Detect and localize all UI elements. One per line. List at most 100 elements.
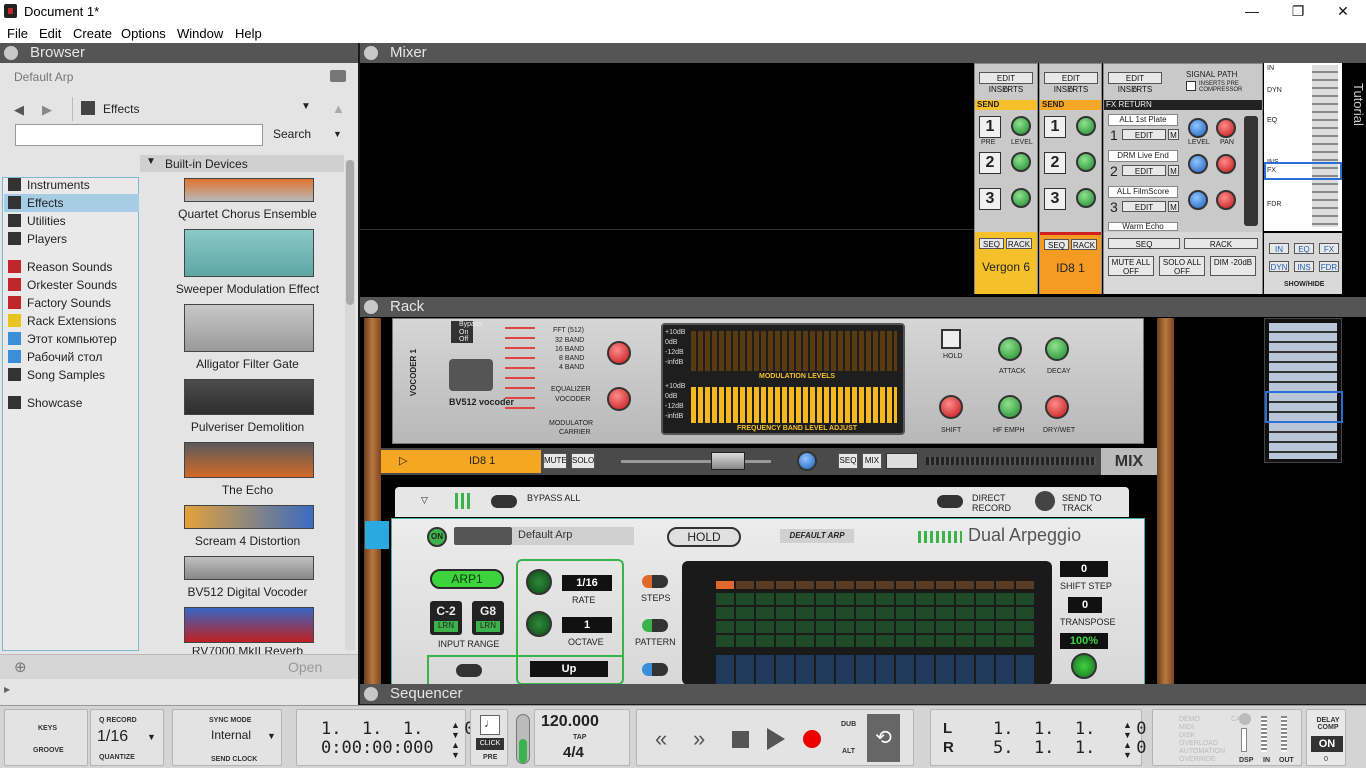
rack-header[interactable]: Rack [360,297,1366,317]
channel-label-id8[interactable]: SEQ RACK ID8 1 [1040,232,1101,294]
song-time[interactable]: 0:00:00:000 [321,738,434,758]
arp-hold-button[interactable]: HOLD [667,527,741,547]
device-selection-tab[interactable] [365,521,389,549]
velocity-toggle[interactable] [642,663,668,676]
arp-patch-name[interactable]: Default Arp [512,527,634,545]
mix-mute-button[interactable]: MUTE [543,453,567,469]
search-input[interactable] [15,124,263,146]
menu-file[interactable]: File [7,26,28,41]
arp-toggle[interactable] [456,664,482,677]
send-2-button[interactable]: 2 [1044,152,1066,174]
close-button[interactable]: ✕ [1320,0,1366,23]
send-clock-button[interactable]: SEND CLOCK [211,756,257,763]
position-stepper-icon[interactable]: ▲ ▼ [451,720,460,740]
quantize-value[interactable]: 1/16 [97,728,128,746]
mute-all-off-button[interactable]: MUTE ALL OFF [1108,256,1154,276]
navigator-viewport[interactable] [1264,162,1342,180]
show-dyn-button[interactable]: DYN [1269,261,1289,272]
arp1-button[interactable]: ARP1 [430,569,504,589]
alt-button[interactable]: ALT [842,748,855,755]
send-2-button[interactable]: 2 [979,152,1001,174]
attack-knob[interactable] [998,337,1022,361]
category-players[interactable]: Players [8,230,67,248]
show-in-button[interactable]: IN [1269,243,1289,254]
send-3-button[interactable]: 3 [979,188,1001,210]
shift-knob[interactable] [939,395,963,419]
patch-nav-buttons[interactable] [454,527,512,545]
device-quartet-chorus[interactable]: Quartet Chorus Ensemble [140,207,355,221]
collapse-icon[interactable] [4,46,18,60]
steps-toggle[interactable] [642,575,668,588]
send-1-button[interactable]: 1 [1044,116,1066,138]
tempo-value[interactable]: 120.000 [541,713,599,731]
arp-on-button[interactable]: ON [427,527,447,547]
velocity-display[interactable]: 100% [1060,633,1108,649]
folder-icon[interactable] [330,70,346,82]
minimize-button[interactable]: — [1229,0,1275,23]
menu-help[interactable]: Help [235,26,262,41]
send-1-level-knob[interactable] [1011,116,1031,136]
open-button[interactable]: Open [288,659,322,675]
fx-return-2-mute-button[interactable]: M [1168,165,1179,176]
pre-button[interactable]: PRE [483,754,497,761]
forward-arrow-icon[interactable]: ▶ [42,102,52,118]
fx-return-3-pan-knob[interactable] [1216,190,1236,210]
bypass-toggle[interactable] [491,495,517,508]
pattern-toggle[interactable] [642,619,668,632]
show-ins-button[interactable]: INS [1294,261,1314,272]
chevron-down-icon[interactable]: ▼ [267,731,276,741]
learn-high-button[interactable]: LRN [476,621,500,632]
collapse-icon[interactable] [364,687,378,701]
calc-icon[interactable] [1239,713,1251,725]
category-effects[interactable]: Effects [4,194,139,212]
input-range-low-display[interactable]: C-2 LRN [430,601,462,635]
fx-return-3-name[interactable]: ALL FilmScore [1108,186,1178,198]
edit-inserts-button[interactable]: EDIT INSERTS [979,72,1033,94]
fx-return-1-edit-button[interactable]: EDIT [1122,129,1166,140]
seq-button[interactable]: SEQ [1044,239,1069,250]
category-utilities[interactable]: Utilities [8,212,66,230]
rack-button[interactable]: RACK [1006,238,1032,249]
groove-button[interactable]: GROOVE [33,747,64,754]
quartet-chorus-thumbnail[interactable] [184,178,314,202]
send-3-level-knob[interactable] [1076,188,1096,208]
left-locator-stepper-icon[interactable]: ▲ ▼ [1123,720,1132,740]
rack-navigator-viewport[interactable] [1265,391,1343,423]
volume-fader-track[interactable] [621,460,771,463]
send-3-level-knob[interactable] [1011,188,1031,208]
send-3-button[interactable]: 3 [1044,188,1066,210]
shift-step-display[interactable]: 0 [1060,561,1108,577]
learn-low-button[interactable]: LRN [434,621,458,632]
sweeper-thumbnail[interactable] [184,229,314,277]
keys-button[interactable]: KEYS [38,725,57,732]
search-options-chevron-icon[interactable]: ▼ [333,129,342,139]
tutorial-tab[interactable]: Tutorial [1344,83,1366,143]
menu-edit[interactable]: Edit [39,26,61,41]
menu-options[interactable]: Options [121,26,166,41]
fx-return-3-edit-button[interactable]: EDIT [1122,201,1166,212]
device-bv512[interactable]: BV512 Digital Vocoder [140,585,355,599]
fx-return-3-level-knob[interactable] [1188,190,1208,210]
mixer-navigator[interactable]: IN DYN EQ INS FX FDR [1264,63,1342,231]
back-arrow-icon[interactable]: ◀ [14,102,24,118]
alligator-thumbnail[interactable] [184,304,314,352]
fx-return-2-level-knob[interactable] [1188,154,1208,174]
input-range-high-display[interactable]: G8 LRN [472,601,504,635]
rack-navigator[interactable] [1264,318,1343,463]
band-selector-knob[interactable] [607,341,631,365]
volume-fader-handle[interactable] [711,452,745,470]
seq-button[interactable]: SEQ [979,238,1004,249]
dim-button[interactable]: DIM -20dB [1210,256,1256,276]
click-button[interactable]: CLICK [476,738,504,750]
show-eq-button[interactable]: EQ [1294,243,1314,254]
show-fdr-button[interactable]: FDR [1319,261,1339,272]
mix-channel-name-strip[interactable]: ▷ ID8 1 [381,450,541,473]
rv7000-thumbnail[interactable] [184,607,314,643]
browser-header[interactable]: Browser [0,43,358,63]
category-factory-sounds[interactable]: Factory Sounds [8,294,111,312]
up-arrow-icon[interactable]: ▲ [332,101,345,116]
device-sweeper[interactable]: Sweeper Modulation Effect [140,282,355,296]
pan-knob[interactable] [797,451,817,471]
hf-emph-knob[interactable] [998,395,1022,419]
edit-inserts-button[interactable]: EDIT INSERTS [1044,72,1098,94]
